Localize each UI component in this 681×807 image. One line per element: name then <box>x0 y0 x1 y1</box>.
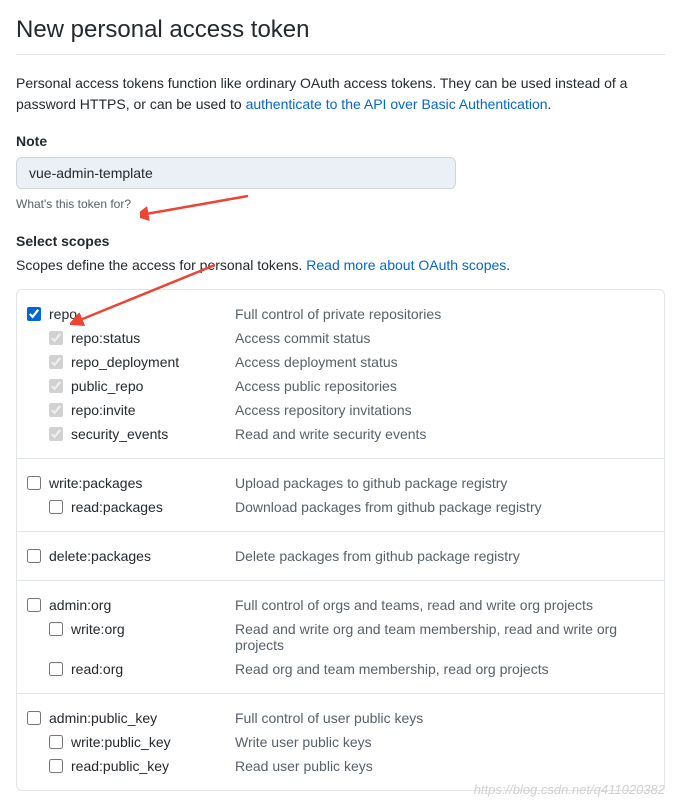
scope-row: delete:packages Delete packages from gith… <box>27 544 654 568</box>
scope-description: Upload packages to github package regist… <box>235 475 654 491</box>
scope-label-column: admin:public_key <box>27 710 235 726</box>
scope-label-column: read:packages <box>27 499 235 515</box>
scope-child-checkbox <box>49 403 63 417</box>
scope-checkbox[interactable] <box>27 307 41 321</box>
scope-label-column: write:packages <box>27 475 235 491</box>
scope-label-column: repo:invite <box>27 402 235 418</box>
scope-child-checkbox <box>49 427 63 441</box>
scope-child-row: repo:status Access commit status <box>27 326 654 350</box>
scope-child-name: read:packages <box>71 499 163 515</box>
scope-child-name: repo_deployment <box>71 354 179 370</box>
scope-group: repo Full control of private repositories… <box>17 290 664 459</box>
scope-name: delete:packages <box>49 548 151 564</box>
scope-child-row: read:public_key Read user public keys <box>27 754 654 778</box>
scope-child-description: Read org and team membership, read org p… <box>235 661 654 677</box>
scope-child-name: repo:status <box>71 330 140 346</box>
scope-child-row: repo_deployment Access deployment status <box>27 350 654 374</box>
scope-row: admin:org Full control of orgs and teams,… <box>27 593 654 617</box>
scope-checkbox[interactable] <box>27 549 41 563</box>
page-title: New personal access token <box>16 16 665 55</box>
scopes-desc-after: . <box>506 257 510 273</box>
scope-checkbox[interactable] <box>27 711 41 725</box>
scope-child-checkbox <box>49 331 63 345</box>
scope-child-checkbox[interactable] <box>49 500 63 514</box>
scopes-desc-before: Scopes define the access for personal to… <box>16 257 306 273</box>
note-label: Note <box>16 133 665 149</box>
scope-checkbox[interactable] <box>27 476 41 490</box>
scope-name: admin:org <box>49 597 111 613</box>
scope-child-row: public_repo Access public repositories <box>27 374 654 398</box>
scope-child-description: Read user public keys <box>235 758 654 774</box>
note-hint: What's this token for? <box>16 197 665 211</box>
scope-child-name: read:org <box>71 661 123 677</box>
scope-child-description: Read and write security events <box>235 426 654 442</box>
scope-child-description: Access public repositories <box>235 378 654 394</box>
scope-child-row: security_events Read and write security e… <box>27 422 654 446</box>
scope-child-row: read:org Read org and team membership, re… <box>27 657 654 681</box>
scope-child-name: security_events <box>71 426 168 442</box>
scope-description: Full control of user public keys <box>235 710 654 726</box>
scope-label-column: repo_deployment <box>27 354 235 370</box>
note-input[interactable] <box>16 157 456 189</box>
scope-label-column: public_repo <box>27 378 235 394</box>
scope-child-description: Write user public keys <box>235 734 654 750</box>
scope-name: write:packages <box>49 475 142 491</box>
scope-row: admin:public_key Full control of user pub… <box>27 706 654 730</box>
scope-child-name: repo:invite <box>71 402 136 418</box>
scope-description: Full control of orgs and teams, read and… <box>235 597 654 613</box>
scope-child-row: read:packages Download packages from gith… <box>27 495 654 519</box>
scope-label-column: read:public_key <box>27 758 235 774</box>
scope-child-description: Access commit status <box>235 330 654 346</box>
scope-name: repo <box>49 306 77 322</box>
scope-group: admin:public_key Full control of user pub… <box>17 694 664 790</box>
scope-child-name: write:org <box>71 621 125 637</box>
scope-child-name: public_repo <box>71 378 143 394</box>
scope-child-checkbox[interactable] <box>49 662 63 676</box>
scope-child-checkbox <box>49 355 63 369</box>
scope-child-description: Read and write org and team membership, … <box>235 621 654 653</box>
scope-group: admin:org Full control of orgs and teams,… <box>17 581 664 694</box>
watermark: https://blog.csdn.net/q411020382 <box>474 782 665 797</box>
scope-child-checkbox[interactable] <box>49 622 63 636</box>
scopes-link[interactable]: Read more about OAuth scopes <box>306 257 506 273</box>
scope-child-description: Access repository invitations <box>235 402 654 418</box>
scope-group: write:packages Upload packages to github … <box>17 459 664 532</box>
scopes-container: repo Full control of private repositories… <box>16 289 665 791</box>
scope-label-column: security_events <box>27 426 235 442</box>
scope-label-column: read:org <box>27 661 235 677</box>
scope-label-column: write:public_key <box>27 734 235 750</box>
intro-text: Personal access tokens function like ord… <box>16 73 665 115</box>
scope-group: delete:packages Delete packages from gith… <box>17 532 664 581</box>
scope-label-column: write:org <box>27 621 235 637</box>
scope-child-description: Access deployment status <box>235 354 654 370</box>
scope-description: Delete packages from github package regi… <box>235 548 654 564</box>
scope-child-checkbox[interactable] <box>49 735 63 749</box>
scope-child-row: write:public_key Write user public keys <box>27 730 654 754</box>
scope-row: write:packages Upload packages to github … <box>27 471 654 495</box>
intro-after: . <box>548 96 552 112</box>
scope-label-column: repo <box>27 306 235 322</box>
scope-label-column: delete:packages <box>27 548 235 564</box>
scope-child-checkbox[interactable] <box>49 759 63 773</box>
scope-label-column: admin:org <box>27 597 235 613</box>
scope-child-name: read:public_key <box>71 758 169 774</box>
scope-name: admin:public_key <box>49 710 157 726</box>
scope-checkbox[interactable] <box>27 598 41 612</box>
intro-link[interactable]: authenticate to the API over Basic Authe… <box>246 96 548 112</box>
scopes-description: Scopes define the access for personal to… <box>16 257 665 273</box>
scopes-label: Select scopes <box>16 233 665 249</box>
scope-description: Full control of private repositories <box>235 306 654 322</box>
scope-label-column: repo:status <box>27 330 235 346</box>
scope-child-checkbox <box>49 379 63 393</box>
scope-row: repo Full control of private repositories <box>27 302 654 326</box>
scope-child-row: repo:invite Access repository invitations <box>27 398 654 422</box>
scope-child-description: Download packages from github package re… <box>235 499 654 515</box>
scope-child-name: write:public_key <box>71 734 171 750</box>
scope-child-row: write:org Read and write org and team mem… <box>27 617 654 657</box>
